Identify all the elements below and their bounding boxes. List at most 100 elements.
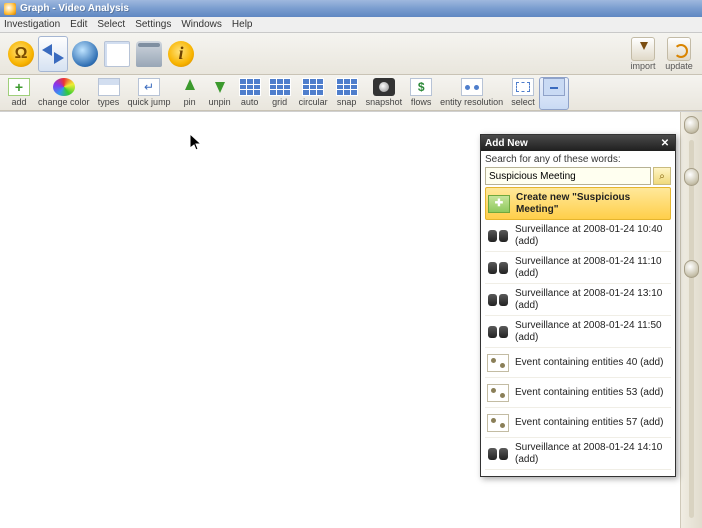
quick-jump-button[interactable]: quick jump bbox=[124, 77, 175, 110]
dialog-close-button[interactable]: ✕ bbox=[659, 137, 671, 149]
types-button[interactable]: types bbox=[94, 77, 124, 110]
types-icon bbox=[98, 78, 120, 96]
toolbar-main: import update bbox=[0, 33, 702, 75]
toolbar-globe-button[interactable] bbox=[70, 36, 100, 72]
result-text: Surveillance at 2008-01-24 13:10 (add) bbox=[515, 288, 669, 311]
auto-label: auto bbox=[241, 97, 259, 107]
minus-icon bbox=[543, 78, 565, 96]
pin-label: pin bbox=[184, 97, 196, 107]
result-row[interactable]: Surveillance at 2008-01-24 11:10 (add) bbox=[485, 252, 671, 284]
toolbar-sync-button[interactable] bbox=[38, 36, 68, 72]
auto-layout-button[interactable]: auto bbox=[235, 77, 265, 110]
menu-investigation[interactable]: Investigation bbox=[4, 19, 60, 30]
dialog-body: Search for any of these words: ⌕ Create … bbox=[481, 151, 675, 476]
ent-icon bbox=[487, 384, 509, 402]
unpin-label: unpin bbox=[209, 97, 231, 107]
omega-icon bbox=[8, 41, 34, 67]
toolbar-document-button[interactable] bbox=[102, 36, 132, 72]
menu-edit[interactable]: Edit bbox=[70, 19, 87, 30]
toolbar-trash-button[interactable] bbox=[134, 36, 164, 72]
snapshot-button[interactable]: snapshot bbox=[362, 77, 407, 110]
import-button[interactable]: import bbox=[626, 37, 660, 71]
collapse-button[interactable] bbox=[539, 77, 569, 110]
title-bar: Graph - Video Analysis bbox=[0, 0, 702, 17]
result-row[interactable]: Event containing entities 40 (add) bbox=[485, 348, 671, 378]
snap-button[interactable]: snap bbox=[332, 77, 362, 110]
menu-settings[interactable]: Settings bbox=[135, 19, 171, 30]
result-text: Surveillance at 2008-01-24 11:50 (add) bbox=[515, 320, 669, 343]
toolbar-info-button[interactable] bbox=[166, 36, 196, 72]
entity-resolution-label: entity resolution bbox=[440, 97, 503, 107]
result-row[interactable]: Create new "Suspicious Meeting" bbox=[485, 187, 671, 220]
result-text: Event containing entities 53 (add) bbox=[515, 387, 669, 399]
result-text: Surveillance at 2008-01-24 11:10 (add) bbox=[515, 256, 669, 279]
quick-jump-icon bbox=[138, 78, 160, 96]
menu-windows[interactable]: Windows bbox=[181, 19, 222, 30]
bino-icon bbox=[487, 227, 509, 245]
add-icon bbox=[8, 78, 30, 96]
scrollbar-track bbox=[689, 140, 694, 518]
arrows-icon bbox=[40, 41, 66, 67]
result-text: Event containing entities 40 (add) bbox=[515, 357, 669, 369]
change-color-label: change color bbox=[38, 97, 90, 107]
bino-icon bbox=[487, 291, 509, 309]
grid-icon bbox=[269, 78, 291, 96]
toolbar-home-button[interactable] bbox=[6, 36, 36, 72]
unpin-button[interactable]: unpin bbox=[205, 77, 235, 110]
camera-icon bbox=[373, 78, 395, 96]
flows-label: flows bbox=[411, 97, 432, 107]
result-text: Event containing entities 57 (add) bbox=[515, 417, 669, 429]
search-input[interactable] bbox=[485, 167, 651, 185]
types-label: types bbox=[98, 97, 120, 107]
search-go-button[interactable]: ⌕ bbox=[653, 167, 671, 185]
scrollbar-knob[interactable] bbox=[684, 260, 699, 278]
result-text: Surveillance at 2008-01-24 14:10 (add) bbox=[515, 442, 669, 465]
circular-icon bbox=[302, 78, 324, 96]
scrollbar-knob[interactable] bbox=[684, 116, 699, 134]
add-label: add bbox=[11, 97, 26, 107]
result-row[interactable]: Surveillance at 2008-01-24 10:40 (add) bbox=[485, 220, 671, 252]
grid-layout-button[interactable]: grid bbox=[265, 77, 295, 110]
color-icon bbox=[53, 78, 75, 96]
trash-icon bbox=[136, 41, 162, 67]
toolbar-graph: add change color types quick jump pin un… bbox=[0, 75, 702, 111]
result-row[interactable]: Surveillance at 2008-01-24 13:10 (add) bbox=[485, 284, 671, 316]
search-row: ⌕ bbox=[485, 167, 671, 185]
add-button[interactable]: add bbox=[4, 77, 34, 110]
flows-button[interactable]: flows bbox=[406, 77, 436, 110]
pin-button[interactable]: pin bbox=[175, 77, 205, 110]
quick-jump-label: quick jump bbox=[128, 97, 171, 107]
result-row[interactable]: Surveillance at 2008-01-24 14:10 (add) bbox=[485, 438, 671, 470]
select-icon bbox=[512, 78, 534, 96]
menu-help[interactable]: Help bbox=[232, 19, 253, 30]
ent-icon bbox=[487, 414, 509, 432]
update-label: update bbox=[665, 61, 693, 71]
select-button[interactable]: select bbox=[507, 77, 539, 110]
circular-layout-button[interactable]: circular bbox=[295, 77, 332, 110]
result-row[interactable]: Event containing entities 53 (add) bbox=[485, 378, 671, 408]
result-row[interactable]: Event containing entities 57 (add) bbox=[485, 408, 671, 438]
bino-icon bbox=[487, 323, 509, 341]
add-new-dialog: Add New ✕ Search for any of these words:… bbox=[480, 134, 676, 477]
circular-label: circular bbox=[299, 97, 328, 107]
globe-icon bbox=[72, 41, 98, 67]
result-text: Surveillance at 2008-01-24 10:40 (add) bbox=[515, 224, 669, 247]
new-icon bbox=[488, 195, 510, 213]
dialog-title: Add New bbox=[485, 138, 528, 149]
window-title: Graph - Video Analysis bbox=[20, 3, 129, 14]
results-list: Create new "Suspicious Meeting" Surveilla… bbox=[485, 187, 671, 470]
grid-label: grid bbox=[272, 97, 287, 107]
update-button[interactable]: update bbox=[662, 37, 696, 71]
graph-canvas[interactable]: Add New ✕ Search for any of these words:… bbox=[0, 111, 702, 528]
result-row[interactable]: Surveillance at 2008-01-24 11:50 (add) bbox=[485, 316, 671, 348]
menu-select[interactable]: Select bbox=[97, 19, 125, 30]
entity-resolution-button[interactable]: entity resolution bbox=[436, 77, 507, 110]
import-icon bbox=[631, 37, 655, 61]
app-icon bbox=[4, 3, 16, 15]
entity-resolution-icon bbox=[461, 78, 483, 96]
change-color-button[interactable]: change color bbox=[34, 77, 94, 110]
vertical-scrollbar[interactable] bbox=[680, 112, 702, 528]
scrollbar-knob[interactable] bbox=[684, 168, 699, 186]
menu-bar: Investigation Edit Select Settings Windo… bbox=[0, 17, 702, 33]
dialog-title-bar[interactable]: Add New ✕ bbox=[481, 135, 675, 151]
